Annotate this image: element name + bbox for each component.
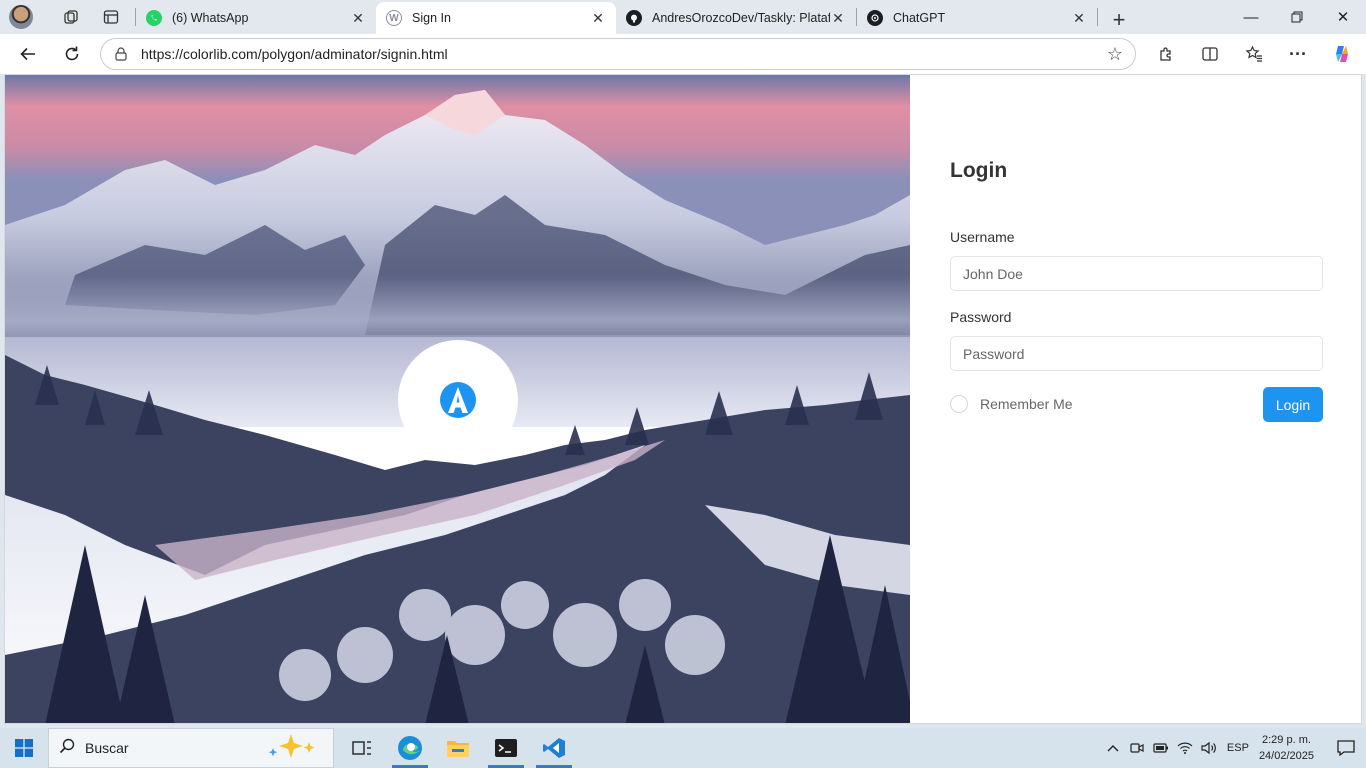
workspaces-icon[interactable] xyxy=(55,3,87,31)
url-text[interactable]: https://colorlib.com/polygon/adminator/s… xyxy=(141,46,1107,62)
tab-close-icon[interactable]: ✕ xyxy=(350,10,366,27)
login-button[interactable]: Login xyxy=(1263,387,1323,422)
tab-separator xyxy=(1097,8,1098,26)
meet-now-icon[interactable] xyxy=(1125,728,1149,768)
tab-close-icon[interactable]: ✕ xyxy=(830,10,846,27)
tab-title: (6) WhatsApp xyxy=(172,11,249,25)
restore-icon[interactable] xyxy=(1274,0,1320,34)
login-title: Login xyxy=(950,159,1008,182)
tab-list: (6) WhatsApp ✕ W Sign In ✕ AndresOrozcoD… xyxy=(135,0,1136,34)
remember-me-checkbox-box[interactable] xyxy=(950,395,968,413)
edge-taskbar-icon[interactable] xyxy=(386,728,434,768)
tab-close-icon[interactable]: ✕ xyxy=(590,10,606,27)
clock-time: 2:29 p. m. xyxy=(1262,734,1311,746)
back-arrow-icon[interactable] xyxy=(8,38,48,70)
tab-sign-in[interactable]: W Sign In ✕ xyxy=(376,2,616,34)
tab-title: AndresOrozcoDev/Taskly: Platafor xyxy=(652,11,830,25)
taskbar-search[interactable]: Buscar xyxy=(48,728,334,768)
username-label: Username xyxy=(950,229,1015,245)
input-language[interactable]: ESP xyxy=(1227,742,1249,754)
github-icon xyxy=(626,10,642,26)
windows-start-icon[interactable] xyxy=(0,728,48,768)
page-viewport: Login Username Password Remember Me Logi… xyxy=(4,74,1362,724)
task-view-icon[interactable] xyxy=(338,728,386,768)
split-screen-icon[interactable] xyxy=(1188,38,1232,70)
login-form-panel: Login Username Password Remember Me Logi… xyxy=(910,75,1361,723)
remember-me-label: Remember Me xyxy=(980,396,1073,412)
tab-title: Sign In xyxy=(412,11,451,25)
username-input[interactable] xyxy=(950,256,1323,291)
hero-mountain-image xyxy=(5,75,910,723)
notification-center-icon[interactable] xyxy=(1326,728,1366,768)
chatgpt-icon xyxy=(867,10,883,26)
password-input[interactable] xyxy=(950,336,1323,371)
vscode-icon[interactable] xyxy=(530,728,578,768)
wifi-icon[interactable] xyxy=(1173,728,1197,768)
tab-chatgpt[interactable]: ChatGPT ✕ xyxy=(857,2,1097,34)
favorites-icon[interactable] xyxy=(1232,38,1276,70)
new-tab-button[interactable]: + xyxy=(1102,6,1136,34)
address-bar[interactable]: https://colorlib.com/polygon/adminator/s… xyxy=(100,38,1136,70)
password-label: Password xyxy=(950,309,1012,325)
battery-icon[interactable] xyxy=(1149,728,1173,768)
vertical-tabs-icon[interactable] xyxy=(95,3,127,31)
tab-close-icon[interactable]: ✕ xyxy=(1071,10,1087,27)
file-explorer-icon[interactable] xyxy=(434,728,482,768)
copilot-icon[interactable] xyxy=(1320,38,1364,70)
windows-taskbar: Buscar ESP 2:29 p. m. 24/02/2025 xyxy=(0,728,1366,768)
favorite-star-icon[interactable]: ☆ xyxy=(1107,44,1123,65)
extensions-icon[interactable] xyxy=(1144,38,1188,70)
volume-icon[interactable] xyxy=(1197,728,1221,768)
profile-avatar[interactable] xyxy=(9,5,33,29)
search-placeholder: Buscar xyxy=(85,740,129,756)
browser-tools: ··· xyxy=(1144,38,1364,70)
browser-tab-strip: (6) WhatsApp ✕ W Sign In ✕ AndresOrozcoD… xyxy=(0,0,1366,34)
clock-date: 24/02/2025 xyxy=(1258,750,1314,762)
tab-title: ChatGPT xyxy=(893,11,946,25)
system-tray: ESP 2:29 p. m. 24/02/2025 xyxy=(1101,728,1366,768)
close-window-icon[interactable]: ✕ xyxy=(1320,0,1366,34)
whatsapp-icon xyxy=(146,10,162,26)
chevron-up-icon[interactable] xyxy=(1101,728,1125,768)
tab-whatsapp[interactable]: (6) WhatsApp ✕ xyxy=(136,2,376,34)
adminator-logo-icon xyxy=(440,382,476,418)
wordpress-icon: W xyxy=(386,10,402,26)
window-controls: — ✕ xyxy=(1228,0,1366,34)
minimize-icon[interactable]: — xyxy=(1228,0,1274,34)
more-options-icon[interactable]: ··· xyxy=(1276,38,1320,70)
remember-me-checkbox[interactable]: Remember Me xyxy=(950,395,1073,413)
search-icon xyxy=(59,738,75,759)
search-highlight-sparkle-icon xyxy=(263,732,323,765)
adminator-logo[interactable] xyxy=(398,340,518,460)
taskbar-clock[interactable]: 2:29 p. m. 24/02/2025 xyxy=(1259,732,1314,764)
tab-github-taskly[interactable]: AndresOrozcoDev/Taskly: Platafor ✕ xyxy=(616,2,856,34)
reload-icon[interactable] xyxy=(52,38,92,70)
browser-toolbar: https://colorlib.com/polygon/adminator/s… xyxy=(0,34,1366,74)
terminal-icon[interactable] xyxy=(482,728,530,768)
lock-icon[interactable] xyxy=(113,46,129,62)
